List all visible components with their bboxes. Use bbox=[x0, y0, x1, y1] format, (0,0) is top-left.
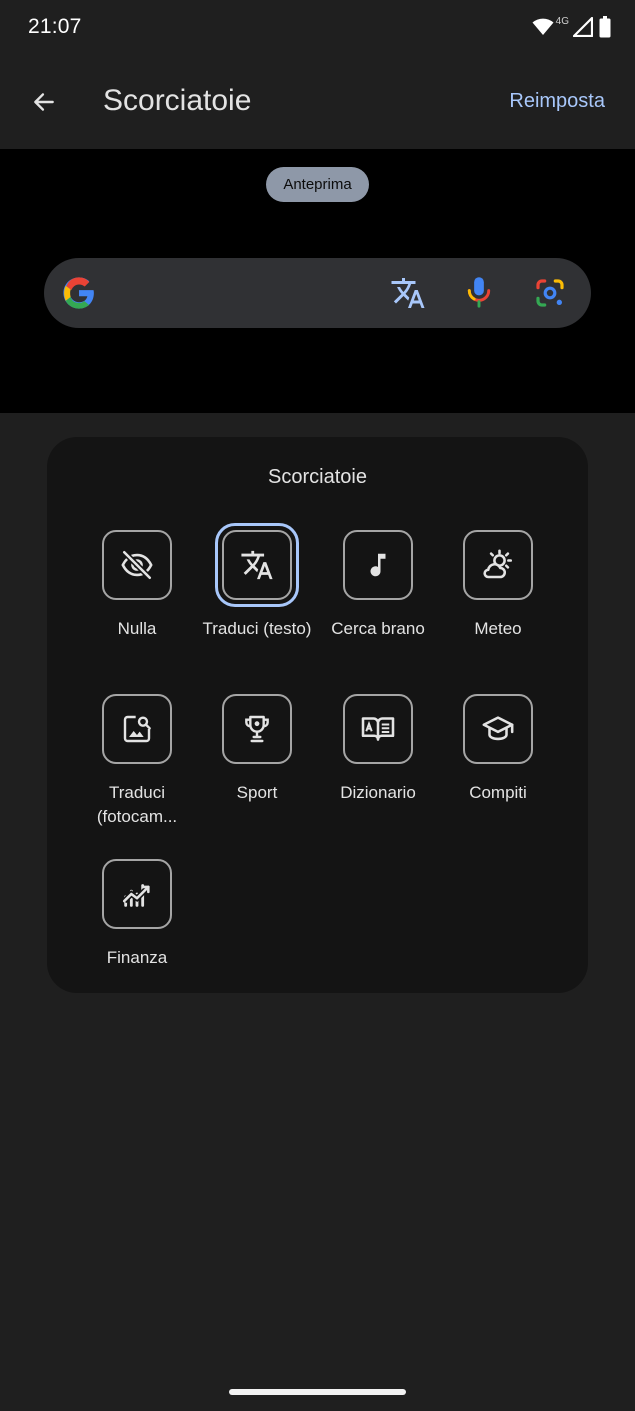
selected-ring bbox=[215, 523, 299, 607]
translate-icon[interactable] bbox=[388, 273, 428, 313]
page-title: Scorciatoie bbox=[103, 84, 252, 117]
battery-icon bbox=[599, 16, 611, 38]
shortcut-label: Dizionario bbox=[340, 783, 416, 802]
preview-chip: Anteprima bbox=[266, 167, 369, 202]
shortcut-traduci-testo[interactable]: Traduci (testo) bbox=[197, 523, 317, 641]
preview-area: Anteprima bbox=[0, 149, 635, 413]
shortcut-label: Nulla bbox=[117, 619, 157, 638]
shortcut-sport[interactable]: Sport bbox=[197, 694, 317, 805]
home-indicator[interactable] bbox=[229, 1389, 406, 1395]
reset-button[interactable]: Reimposta bbox=[509, 90, 605, 113]
shortcut-label: Cerca brano bbox=[331, 619, 425, 638]
shortcut-dizionario[interactable]: Dizionario bbox=[318, 694, 438, 805]
search-bar-preview[interactable] bbox=[44, 258, 591, 328]
shortcut-tile[interactable] bbox=[343, 530, 413, 600]
cell-signal-icon bbox=[573, 17, 593, 37]
microphone-icon[interactable] bbox=[459, 273, 499, 313]
shortcut-tile[interactable] bbox=[102, 694, 172, 764]
wifi-icon bbox=[532, 18, 554, 35]
shortcut-cerca-brano[interactable]: Cerca brano bbox=[318, 530, 438, 641]
app-bar: Scorciatoie Reimposta bbox=[0, 56, 635, 149]
shortcut-label: Traduci (testo) bbox=[202, 619, 312, 638]
panel-title: Scorciatoie bbox=[268, 466, 367, 488]
eye-off-icon bbox=[121, 550, 153, 580]
shortcut-label: Meteo bbox=[474, 619, 522, 638]
shortcuts-panel: Scorciatoie Nulla Traduci (testo) Cerca … bbox=[47, 437, 588, 993]
back-button[interactable] bbox=[22, 80, 66, 124]
shortcut-tile[interactable] bbox=[102, 859, 172, 929]
shortcut-compiti[interactable]: Compiti bbox=[438, 694, 558, 805]
music-note-icon bbox=[370, 553, 386, 577]
shortcut-label: Compiti bbox=[469, 783, 527, 802]
finance-chart-icon bbox=[122, 884, 151, 907]
google-lens-icon[interactable] bbox=[530, 273, 570, 313]
shortcut-label: Finanza bbox=[106, 948, 168, 967]
translate-icon bbox=[241, 550, 273, 580]
school-cap-icon bbox=[482, 716, 514, 741]
status-icons: 4G bbox=[532, 15, 611, 39]
shortcut-finanza[interactable]: Finanza bbox=[77, 859, 197, 970]
shortcut-traduci-fotocamera[interactable]: Traduci (fotocam... bbox=[77, 694, 197, 829]
shortcut-tile[interactable] bbox=[463, 530, 533, 600]
status-bar: 21:07 4G bbox=[0, 0, 635, 56]
shortcut-tile[interactable] bbox=[463, 694, 533, 764]
shortcut-meteo[interactable]: Meteo bbox=[438, 530, 558, 641]
shortcut-label: Traduci (fotocam... bbox=[96, 783, 178, 826]
shortcut-tile[interactable] bbox=[222, 530, 292, 600]
shortcut-tile[interactable] bbox=[222, 694, 292, 764]
arrow-back-icon bbox=[34, 93, 54, 111]
shortcut-label: Sport bbox=[236, 783, 278, 802]
image-search-icon bbox=[123, 715, 151, 743]
status-time: 21:07 bbox=[28, 15, 82, 38]
shortcut-tile[interactable] bbox=[343, 694, 413, 764]
shortcut-nulla[interactable]: Nulla bbox=[77, 530, 197, 641]
dictionary-book-icon bbox=[361, 717, 395, 741]
google-g-icon bbox=[59, 273, 99, 313]
network-type-label: 4G bbox=[555, 15, 569, 27]
shortcut-tile[interactable] bbox=[102, 530, 172, 600]
weather-partly-cloudy-icon bbox=[483, 549, 513, 579]
trophy-icon bbox=[245, 715, 269, 743]
